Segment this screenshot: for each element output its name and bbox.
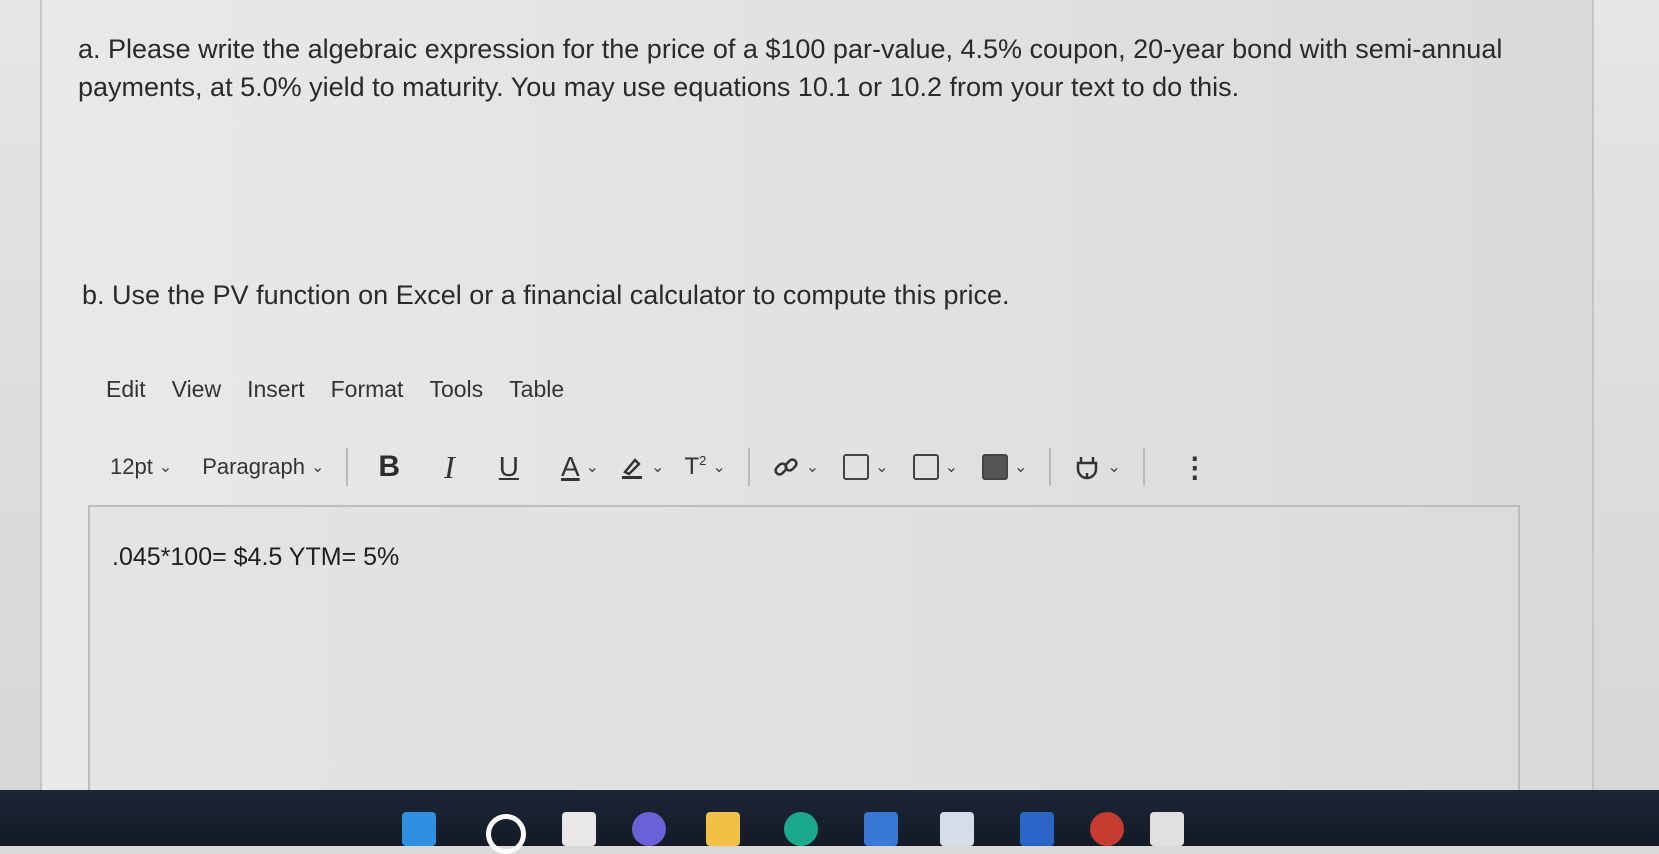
italic-button[interactable]: I (444, 449, 455, 486)
chevron-down-icon: ⌄ (585, 459, 600, 476)
media-icon (912, 454, 939, 480)
chevron-down-icon: ⌄ (158, 459, 173, 476)
highlight-icon (622, 458, 643, 479)
windows-start-icon[interactable] (402, 812, 436, 846)
search-icon[interactable] (486, 814, 526, 854)
chevron-down-icon: ⌄ (712, 459, 726, 476)
highlight-button[interactable]: ⌄ (619, 454, 664, 480)
menu-edit[interactable]: Edit (106, 376, 146, 403)
file-explorer-icon[interactable] (706, 812, 740, 846)
plugin-icon (1077, 457, 1098, 480)
menu-view[interactable]: View (172, 376, 221, 403)
toolbar-divider (1142, 448, 1145, 486)
rich-text-editor[interactable]: .045*100= $4.5 YTM= 5% (88, 505, 1520, 829)
app-icon[interactable] (1150, 812, 1184, 846)
chevron-down-icon: ⌄ (944, 459, 958, 476)
toolbar-divider (747, 448, 750, 486)
menu-table[interactable]: Table (509, 376, 564, 403)
superscript-button[interactable]: T2 ⌄ (684, 453, 725, 481)
app-icon[interactable] (1090, 812, 1124, 846)
store-icon[interactable] (864, 812, 898, 846)
document-icon (981, 454, 1008, 480)
superscript-mark: 2 (699, 453, 707, 468)
task-view-icon[interactable] (562, 812, 596, 846)
menu-insert[interactable]: Insert (247, 376, 305, 403)
link-icon (774, 458, 798, 476)
menu-tools[interactable]: Tools (429, 376, 483, 403)
bold-button[interactable]: B (378, 450, 400, 484)
editor-content[interactable]: .045*100= $4.5 YTM= 5% (112, 543, 399, 572)
question-a-text: a. Please write the algebraic expression… (78, 34, 1503, 102)
document-button[interactable]: ⌄ (981, 454, 1028, 480)
text-color-icon: A (560, 451, 580, 482)
windows-taskbar (0, 790, 1659, 854)
chat-icon[interactable] (632, 812, 666, 846)
block-format-dropdown[interactable]: Paragraph ⌄ (202, 454, 324, 480)
superscript-icon: T2 (684, 453, 706, 481)
chevron-down-icon: ⌄ (1107, 459, 1121, 476)
chevron-down-icon: ⌄ (805, 459, 820, 476)
plugin-button[interactable]: ⌄ (1073, 453, 1121, 481)
toolbar-divider (1049, 448, 1052, 486)
chevron-down-icon: ⌄ (651, 459, 665, 476)
chevron-down-icon: ⌄ (310, 459, 325, 476)
media-button[interactable]: ⌄ (912, 454, 958, 480)
chevron-down-icon: ⌄ (875, 459, 889, 476)
block-format-value: Paragraph (202, 454, 305, 479)
image-icon (843, 454, 870, 480)
font-size-value: 12pt (110, 454, 153, 479)
image-button[interactable]: ⌄ (843, 454, 889, 480)
chevron-down-icon: ⌄ (1013, 459, 1028, 476)
menu-format[interactable]: Format (331, 376, 404, 403)
editor-toolbar: 12pt ⌄ Paragraph ⌄ B I U A ⌄ ⌄ T2 ⌄ ⌄ ⌄ … (110, 445, 1440, 489)
underline-button[interactable]: U (499, 451, 519, 483)
more-options-button[interactable]: ⋮ (1181, 451, 1209, 484)
font-size-dropdown[interactable]: 12pt ⌄ (110, 454, 172, 480)
link-button[interactable]: ⌄ (772, 453, 819, 481)
app-icon[interactable] (940, 812, 974, 846)
toolbar-divider (346, 448, 349, 486)
edge-browser-icon[interactable] (784, 812, 818, 846)
editor-menubar: Edit View Insert Format Tools Table (106, 376, 590, 403)
superscript-letter: T (684, 453, 700, 480)
text-color-button[interactable]: A ⌄ (561, 451, 599, 483)
screen: a. Please write the algebraic expression… (0, 0, 1659, 854)
question-b-text: b. Use the PV function on Excel or a fin… (82, 280, 1010, 310)
app-icon[interactable] (1020, 812, 1054, 846)
